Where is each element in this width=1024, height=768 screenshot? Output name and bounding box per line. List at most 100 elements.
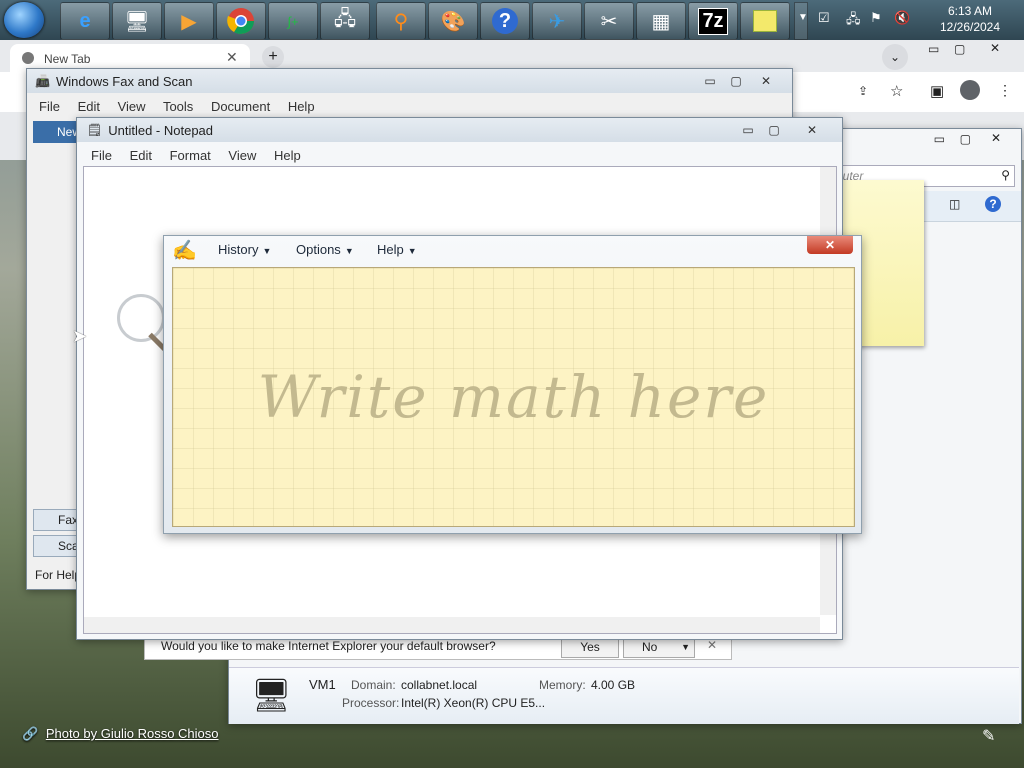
help-menu[interactable]: Help ▼ — [377, 242, 417, 257]
write-math-placeholder: Write math here — [257, 363, 770, 431]
maximize-icon[interactable]: ▢ — [960, 132, 971, 146]
snipping-icon[interactable]: ✂ — [584, 2, 634, 40]
fax-menubar: File Edit View Tools Document Help — [39, 99, 329, 114]
math-panel-icon: ✍ — [172, 240, 197, 262]
domain-value: collabnet.local — [401, 678, 478, 692]
avatar[interactable] — [960, 80, 980, 100]
tray-flag-icon[interactable]: ⚑ — [870, 10, 882, 26]
star-icon[interactable]: ☆ — [890, 82, 903, 100]
minimize-icon[interactable]: ▭ — [928, 42, 939, 56]
magnifier-icon[interactable]: ⚲ — [376, 2, 426, 40]
chevron-down-icon: ▼ — [344, 246, 354, 256]
chrome-favicon-icon — [22, 52, 34, 64]
magnifier-icon[interactable] — [117, 294, 165, 342]
computer-icon: 🖥 — [251, 677, 292, 713]
math-input-icon[interactable]: ∫+ — [268, 2, 318, 40]
tray-volume-muted-icon[interactable]: 🔇 — [894, 10, 910, 26]
media-icon[interactable]: ▶ — [164, 2, 214, 40]
tray-network-icon[interactable]: 🖧 — [846, 10, 861, 32]
maximize-icon[interactable]: ▢ — [724, 73, 748, 89]
more-icon[interactable]: ⋮ — [998, 82, 1012, 99]
math-writing-area[interactable]: Write math here — [172, 267, 855, 527]
horizontal-scrollbar[interactable] — [84, 617, 820, 633]
sticky-notes-icon[interactable] — [740, 2, 790, 40]
fax-menu-tools[interactable]: Tools — [163, 99, 193, 114]
fax-menu-file[interactable]: File — [39, 99, 60, 114]
clock-date: 12/26/2024 — [939, 20, 1001, 34]
minimize-icon[interactable]: ▭ — [736, 122, 760, 138]
processor-value: Intel(R) Xeon(R) CPU E5... — [401, 696, 546, 710]
options-menu[interactable]: Options ▼ — [296, 242, 354, 257]
close-icon[interactable]: ✕ — [226, 49, 238, 66]
minimize-icon[interactable]: ▭ — [698, 73, 722, 89]
domain-label: Domain: — [351, 678, 396, 692]
fax-menu-help[interactable]: Help — [288, 99, 315, 114]
close-icon[interactable]: ✕ — [990, 41, 1000, 55]
network-icon[interactable]: 🖧 — [320, 2, 370, 40]
chevron-down-icon[interactable]: ▼ — [681, 637, 690, 657]
share-icon[interactable]: ⇪ — [858, 84, 868, 98]
maximize-icon[interactable]: ▢ — [762, 122, 786, 138]
sidepanel-icon[interactable]: ▣ — [930, 82, 944, 100]
close-icon[interactable]: ✕ — [800, 122, 824, 138]
close-button[interactable]: ✕ — [807, 236, 853, 254]
chrome-icon[interactable] — [216, 2, 266, 40]
history-label: History — [218, 242, 259, 257]
preview-pane-icon[interactable]: ◫ — [949, 197, 960, 211]
notepad-menu-format[interactable]: Format — [170, 148, 211, 163]
notepad-menubar: File Edit Format View Help — [91, 148, 315, 163]
computer-name: VM1 — [309, 677, 336, 692]
maximize-icon[interactable]: ▢ — [954, 42, 965, 56]
close-icon[interactable]: ✕ — [707, 638, 717, 652]
history-menu[interactable]: History ▼ — [218, 242, 271, 257]
fax-menu-document[interactable]: Document — [211, 99, 270, 114]
notepad-menu-file[interactable]: File — [91, 148, 112, 163]
processor-label: Processor: — [342, 696, 400, 710]
fax-titlebar: 📠 Windows Fax and Scan ▭ ▢ ✕ — [27, 69, 792, 93]
notepad-app-icon: 🗒 — [87, 123, 103, 137]
calculator-icon[interactable]: ▦ — [636, 2, 686, 40]
ie-icon[interactable]: e — [60, 2, 110, 40]
fax-app-icon: 📠 — [35, 74, 50, 88]
fax-menu-edit[interactable]: Edit — [78, 99, 100, 114]
memory-label: Memory: — [539, 678, 586, 692]
paint-icon[interactable]: 🎨 — [428, 2, 478, 40]
mouse-cursor-icon: ➤ — [72, 326, 88, 346]
taskbar: e 🖥 ▶ ∫+ 🖧 ⚲ 🎨 ? ✈ ✂ ▦ 7z ▼ ☑ 🖧 ⚑ 🔇 6:13… — [0, 0, 1024, 41]
start-button[interactable] — [4, 2, 44, 38]
notepad-menu-edit[interactable]: Edit — [130, 148, 152, 163]
close-icon[interactable]: ✕ — [991, 131, 1001, 145]
help-icon[interactable]: ? — [985, 196, 1001, 212]
mail-icon[interactable]: ✈ — [532, 2, 582, 40]
search-icon[interactable]: ⚲ — [1001, 168, 1010, 182]
help-label: Help — [377, 242, 404, 257]
fax-status-text: For Help — [35, 568, 82, 582]
help-icon[interactable]: ? — [480, 2, 530, 40]
tray-expand-icon[interactable]: ▼ — [798, 12, 808, 23]
chevron-down-icon: ▼ — [407, 246, 417, 256]
minimize-icon[interactable]: ▭ — [934, 132, 945, 146]
notepad-titlebar: 🗒 Untitled - Notepad ▭ ▢ ✕ — [77, 118, 842, 142]
clock[interactable]: 6:13 AM 12/26/2024 — [920, 3, 1020, 35]
pen-icon[interactable]: ✎ — [982, 726, 995, 746]
clock-time: 6:13 AM — [947, 4, 993, 18]
wallpaper-credit-link[interactable]: Photo by Giulio Rosso Chioso — [46, 726, 219, 741]
chrome-tab-title: New Tab — [44, 52, 91, 66]
fax-window-title: Windows Fax and Scan — [55, 73, 193, 89]
fax-menu-view[interactable]: View — [118, 99, 146, 114]
new-tab-button[interactable]: + — [262, 46, 284, 68]
close-icon[interactable]: ✕ — [754, 73, 778, 89]
wallpaper-credit[interactable]: 🔗 Photo by Giulio Rosso Chioso — [22, 726, 219, 742]
no-label: No — [642, 640, 658, 654]
ie-default-question: Would you like to make Internet Explorer… — [161, 639, 496, 653]
computer-icon[interactable]: 🖥 — [112, 2, 162, 40]
notepad-menu-help[interactable]: Help — [274, 148, 301, 163]
tray-action-icon[interactable]: ☑ — [818, 10, 830, 26]
7zip-icon[interactable]: 7z — [688, 2, 738, 40]
notepad-menu-view[interactable]: View — [228, 148, 256, 163]
chevron-down-icon[interactable]: ⌄ — [882, 44, 908, 70]
fax-nav-fax-label: Fax — [58, 513, 79, 527]
memory-value: 4.00 GB — [591, 678, 636, 692]
chevron-down-icon: ▼ — [262, 246, 272, 256]
details-pane: 🖥 VM1 Domain: collabnet.local Memory: 4.… — [229, 667, 1019, 724]
